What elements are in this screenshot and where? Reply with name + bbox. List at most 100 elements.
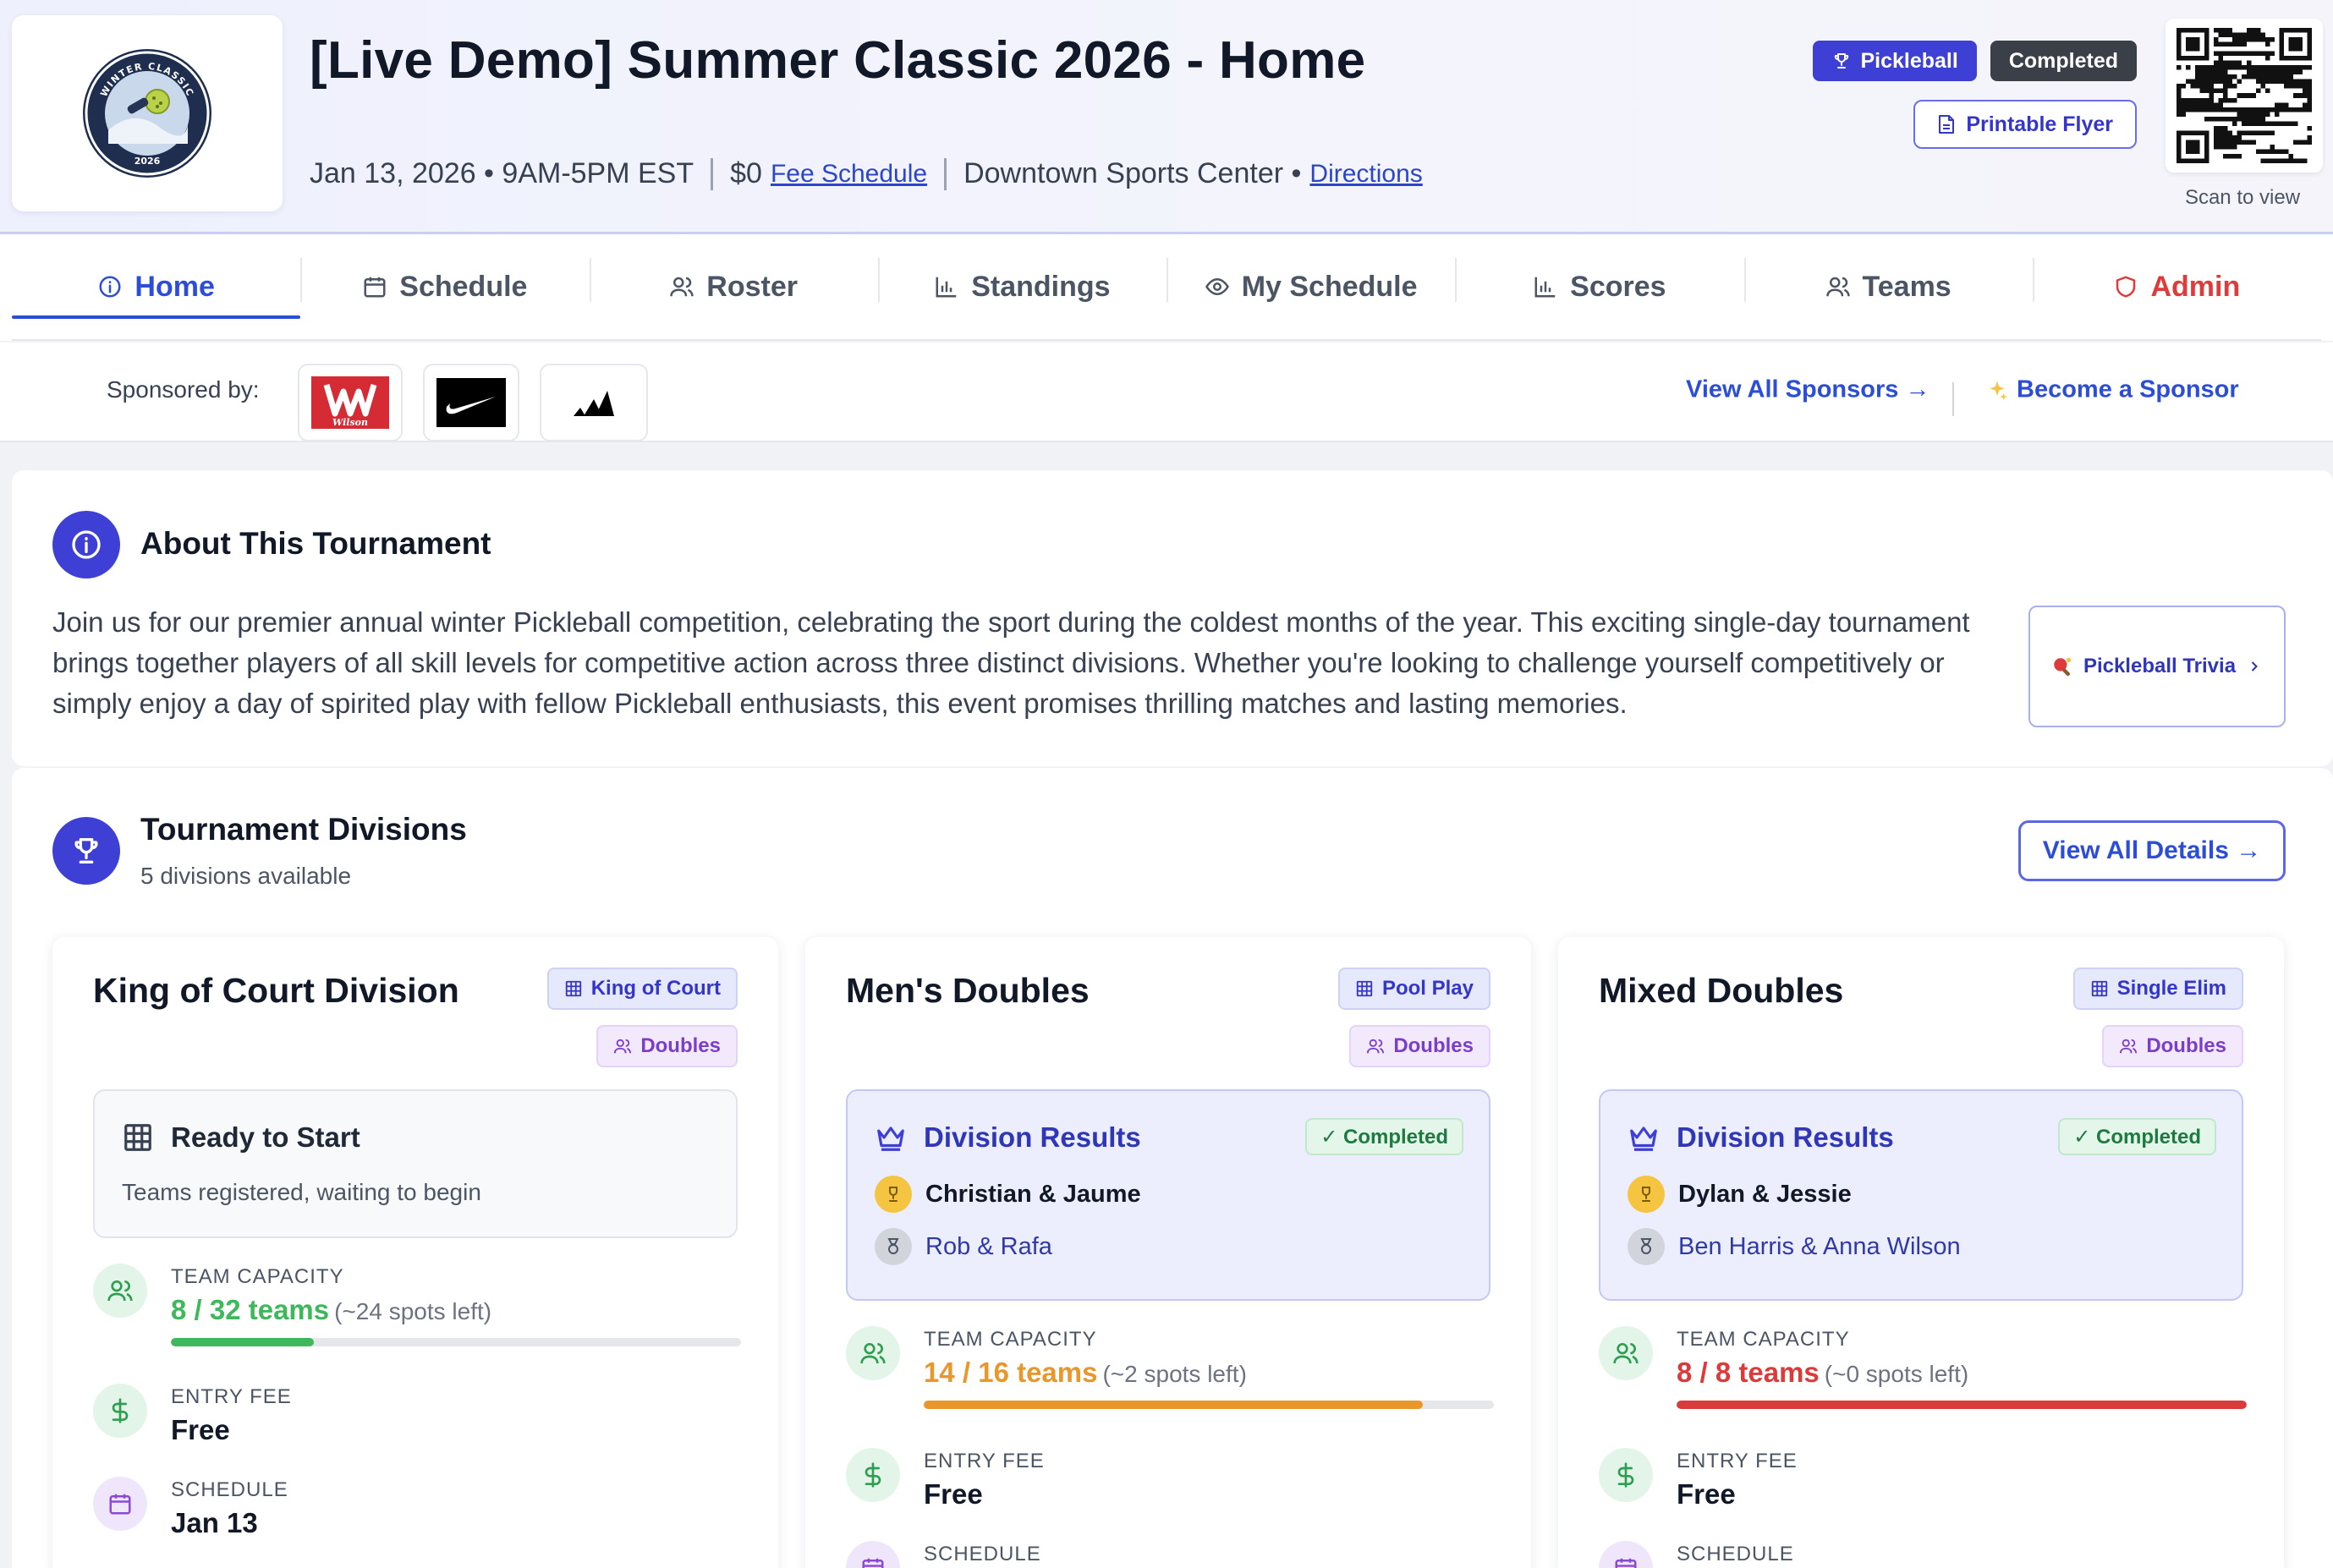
format-chip: Pool Play [1337,968,1490,1010]
completed-pill: ✓ Completed [2058,1118,2216,1155]
results-title: Division Results [1677,1121,1894,1153]
calendar-icon [862,1558,884,1568]
capacity-value: 14 / 16 teams (~2 spots left) [924,1357,1494,1389]
calendar-icon-circle [846,1541,900,1568]
qr-code[interactable] [2166,19,2323,173]
info-icon [99,276,121,298]
tab-standings[interactable]: Standings [877,234,1166,339]
chevron-right-icon [2251,661,2259,672]
users-icon-circle [1599,1326,1653,1380]
schedule-label: SCHEDULE [924,1543,1041,1565]
users-icon [1613,1343,1639,1364]
view-all-sponsors-link[interactable]: View All Sponsors → [1686,376,1930,404]
entry-fee-stat: ENTRY FEE Free [846,1448,1045,1510]
qr-caption: Scan to view [2184,186,2301,209]
format-label: King of Court [590,977,721,1000]
directions-link[interactable]: Directions [1309,160,1422,189]
grid-icon [124,1124,151,1151]
spots-left: (~2 spots left) [1102,1361,1247,1387]
format-label: Pool Play [1381,977,1474,1000]
sparkles-icon [1990,381,2007,400]
division-title: King of Court Division [93,971,459,1010]
divisions-title: Tournament Divisions [140,812,467,847]
sponsor-wilson[interactable]: Wilson [298,364,403,441]
first-place: Christian & Jaume [875,1176,1141,1213]
capacity-progress-fill [1677,1401,2247,1409]
header-badges: Pickleball Completed [1813,41,2137,81]
tab-label: My Schedule [1241,270,1418,303]
pickleball-trivia-button[interactable]: Pickleball Trivia [2028,606,2286,727]
users-icon [2120,1039,2138,1054]
second-place: Ben Harris & Anna Wilson [1628,1228,1961,1265]
entry-fee-stat: ENTRY FEE Free [93,1384,292,1446]
tab-admin[interactable]: Admin [2032,234,2321,339]
team-capacity-stat: TEAM CAPACITY 8 / 32 teams (~24 spots lef… [93,1264,741,1346]
page-title: [Live Demo] Summer Classic 2026 - Home [310,31,1366,90]
users-icon [107,1280,133,1302]
tab-my-schedule[interactable]: My Schedule [1166,234,1455,339]
division-results-box: Division Results ✓ Completed Dylan & Jes… [1599,1089,2243,1301]
tab-roster[interactable]: Roster [589,234,878,339]
team-capacity-stat: TEAM CAPACITY 14 / 16 teams (~2 spots lef… [846,1326,1494,1409]
dollar-icon [865,1462,881,1488]
qr-code-image [2177,28,2312,163]
fee-label: ENTRY FEE [1677,1450,1798,1472]
trophy-icon [74,838,98,863]
fee-value: Free [924,1478,983,1510]
tournament-header: WINTER CLASSIC 2026 [Live Demo] Summer C… [0,0,2333,234]
view-all-details-button[interactable]: View All Details → [2018,820,2286,881]
meta-divider [944,157,947,190]
dollar-icon-circle [846,1448,900,1502]
division-title: Men's Doubles [846,971,1090,1010]
sponsor-adidas[interactable] [540,364,648,441]
fee-schedule-link[interactable]: Fee Schedule [771,160,927,189]
schedule-stat: SCHEDULE [1599,1541,1794,1568]
become-sponsor-label: Become a Sponsor [2017,376,2239,403]
calendar-icon [1615,1558,1637,1568]
division-card-king-of-court[interactable]: King of Court Division King of Court Dou… [52,937,778,1568]
venue-name: Downtown Sports Center • [963,157,1302,189]
calendar-icon-circle [1599,1541,1653,1568]
capacity-value: 8 / 8 teams (~0 spots left) [1677,1357,2247,1389]
divisions-section: Tournament Divisions 5 divisions availab… [12,768,2333,1568]
eye-icon [1205,277,1229,296]
tab-scores[interactable]: Scores [1455,234,1743,339]
capacity-value: 8 / 32 teams (~24 spots left) [171,1294,741,1326]
logo-year-text: 2026 [134,156,161,167]
capacity-progress-bar [1677,1401,2247,1409]
printable-flyer-button[interactable]: Printable Flyer [1913,100,2137,149]
tab-teams[interactable]: Teams [1743,234,2033,339]
grid-icon [2091,980,2107,997]
status-badge: Completed [1990,41,2137,81]
tab-schedule[interactable]: Schedule [300,234,589,339]
become-sponsor-link[interactable]: Become a Sponsor [1986,376,2239,404]
users-icon-circle [846,1326,900,1380]
wilson-wordmark: Wilson [332,417,368,428]
dollar-icon-circle [1599,1448,1653,1502]
main-tabs: Home Schedule Roster Standings My Schedu… [12,234,2321,341]
capacity-progress-fill [924,1401,1423,1409]
sponsored-by-label: Sponsored by: [107,376,260,403]
sport-badge-label: Pickleball [1860,48,1958,73]
tab-label: Home [134,270,215,303]
division-card-mens-doubles[interactable]: Men's Doubles Pool Play Doubles Division… [805,937,1531,1568]
bar-chart-icon [1534,277,1556,298]
results-title: Division Results [924,1121,1141,1153]
adidas-logo [574,391,614,416]
division-title: Mixed Doubles [1599,971,1844,1010]
format-chip: King of Court [546,968,738,1010]
tab-label: Teams [1862,270,1951,303]
sponsor-nike[interactable] [423,364,519,441]
fee-label: ENTRY FEE [171,1385,292,1408]
dollar-icon-circle [93,1384,147,1438]
spots-left: (~24 spots left) [334,1298,492,1324]
document-icon [1939,115,1955,134]
tab-home[interactable]: Home [12,234,301,339]
fee-label: ENTRY FEE [924,1450,1045,1472]
about-icon-circle [52,511,120,578]
division-card-mixed-doubles[interactable]: Mixed Doubles Single Elim Doubles Divisi… [1558,937,2284,1568]
ready-subtitle: Teams registered, waiting to begin [122,1179,481,1205]
gold-medal-icon [1628,1176,1665,1213]
schedule-stat: SCHEDULE Jan 13 [93,1477,288,1539]
nike-logo [436,378,506,427]
